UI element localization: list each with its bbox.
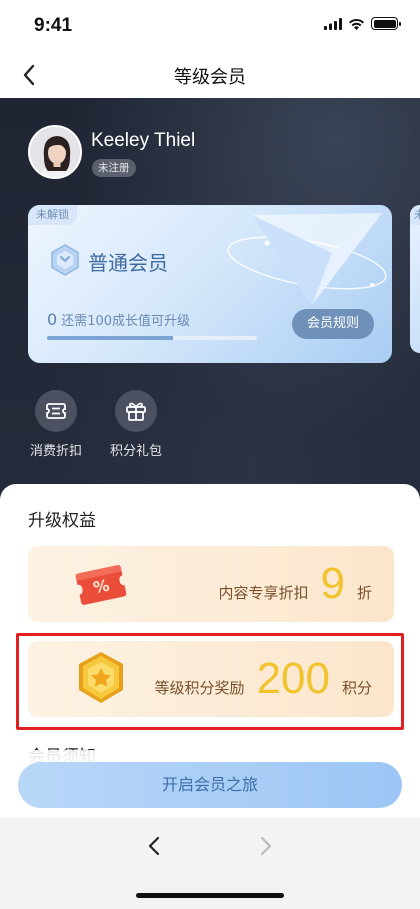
page-title: 等级会员 xyxy=(174,67,246,88)
signal-icon xyxy=(324,17,342,30)
locked-tag: 未解锁 xyxy=(28,205,77,225)
member-level-card[interactable]: 未解锁 普通会员 0 还需100成长值可升级 会员规则 xyxy=(28,205,392,363)
home-indicator xyxy=(136,893,284,898)
benefit-discount-text: 内容专享折扣 9 折 xyxy=(218,546,372,622)
level-badge-icon xyxy=(51,244,79,276)
benefit-discount-label: 内容专享折扣 xyxy=(218,584,309,602)
progress-hint: 还需100成长值可升级 xyxy=(61,314,191,329)
status-time: 9:41 xyxy=(34,15,73,36)
browser-toolbar xyxy=(0,818,420,909)
benefit-discount-card[interactable]: % 内容专享折扣 9 折 xyxy=(28,546,394,622)
chevron-left-icon xyxy=(148,836,160,856)
discount-coupon-icon: % xyxy=(75,565,127,605)
ticket-icon xyxy=(35,390,77,432)
next-level-card[interactable]: 未 xyxy=(410,205,420,353)
level-name: 普通会员 xyxy=(88,251,168,275)
user-name: Keeley Thiel xyxy=(91,130,196,151)
chevron-right-icon xyxy=(260,836,272,856)
avatar[interactable] xyxy=(28,125,82,179)
shortcut-discount[interactable]: 消费折扣 xyxy=(21,390,91,459)
benefit-discount-value: 9 xyxy=(320,559,345,608)
battery-icon xyxy=(371,17,401,30)
growth-value: 0 xyxy=(47,310,58,329)
browser-forward-button[interactable] xyxy=(250,830,282,862)
member-rules-button[interactable]: 会员规则 xyxy=(292,309,374,339)
wifi-icon xyxy=(349,18,364,30)
gift-icon xyxy=(115,390,157,432)
shortcut-discount-label: 消费折扣 xyxy=(29,444,82,459)
shortcut-points-gift-label: 积分礼包 xyxy=(109,444,162,459)
progress-bar-fill xyxy=(47,336,173,340)
nav-bar: 等级会员 xyxy=(0,52,420,98)
benefits-title: 升级权益 xyxy=(28,511,96,531)
avatar-portrait xyxy=(30,127,80,177)
highlight-box xyxy=(16,633,404,730)
registration-badge: 未注册 xyxy=(92,159,136,177)
status-bar: 9:41 xyxy=(0,0,420,52)
shortcut-points-gift[interactable]: 积分礼包 xyxy=(101,390,171,459)
member-hero: Keeley Thiel 未注册 未解锁 普通会员 0 还需100成长值可升级 会… xyxy=(0,98,420,518)
benefit-discount-unit: 折 xyxy=(356,584,372,602)
status-icons xyxy=(324,17,401,30)
next-locked-tag: 未 xyxy=(410,205,420,225)
browser-back-button[interactable] xyxy=(138,830,170,862)
start-membership-button[interactable]: 开启会员之旅 xyxy=(18,762,402,808)
progress-bar xyxy=(47,336,257,340)
progress-text: 0 还需100成长值可升级 xyxy=(47,310,190,329)
